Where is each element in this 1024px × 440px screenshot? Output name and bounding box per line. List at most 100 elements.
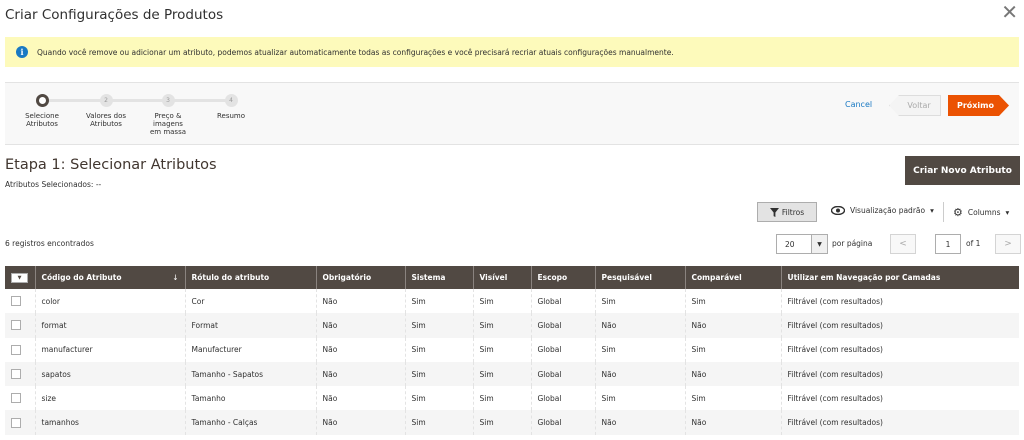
selected-attributes: Atributos Selecionados: --	[5, 180, 102, 189]
table-cell: manufacturer	[34, 337, 185, 362]
table-cell: Não	[315, 386, 405, 411]
close-icon[interactable]: ✕	[1001, 2, 1018, 22]
info-icon: i	[16, 46, 28, 58]
step-1[interactable]: Selecione Atributos	[12, 94, 72, 128]
table-cell: Global	[530, 337, 595, 362]
table-cell: Tamanho - Calças	[184, 410, 316, 435]
step-label: Valores dos Atributos	[85, 112, 127, 128]
row-select-cell	[5, 386, 35, 410]
step-3[interactable]: 3 Preço & imagens em massa	[138, 94, 198, 136]
table-cell: Sim	[594, 289, 685, 314]
table-cell: Não	[315, 313, 405, 338]
modal-title: Criar Configurações de Produtos	[5, 7, 224, 23]
table-cell: Sim	[684, 289, 781, 314]
toolbar-divider	[943, 202, 944, 222]
col-header-system[interactable]: Sistema	[404, 266, 473, 289]
row-checkbox[interactable]	[11, 417, 21, 428]
per-page-select[interactable]: 20 ▼	[776, 234, 828, 254]
view-label: Visualização padrão	[850, 206, 926, 215]
table-row[interactable]: color Cor Não Sim Sim Global Sim Sim Filtrável (…	[5, 289, 1019, 314]
table-cell: Filtrável (com resultados)	[780, 361, 1019, 387]
per-page-label: por página	[832, 239, 873, 248]
table-cell: Filtrável (com resultados)	[780, 410, 1019, 435]
col-header-visible[interactable]: Visível	[472, 266, 531, 289]
row-checkbox[interactable]	[11, 393, 21, 404]
col-header-code[interactable]: Código do Atributo ↓	[34, 266, 185, 289]
table-cell: Sim	[404, 410, 473, 435]
sort-arrow-icon: ↓	[172, 273, 179, 282]
page-input[interactable]: 1	[935, 234, 961, 254]
notice-text: Quando você remove ou adicionar um atrib…	[37, 47, 674, 57]
table-cell: Sim	[472, 289, 531, 314]
page-title: Etapa 1: Selecionar Atributos	[5, 157, 217, 173]
table-cell: Não	[594, 361, 685, 387]
table-cell: Sim	[472, 410, 531, 435]
next-page-button[interactable]: >	[995, 234, 1021, 254]
table-cell: Tamanho	[184, 386, 316, 411]
mass-select-header[interactable]: ▼	[5, 266, 35, 289]
notice-message: i Quando você remove ou adicionar um atr…	[5, 37, 1019, 67]
table-cell: Filtrável (com resultados)	[780, 386, 1019, 411]
table-cell: Não	[315, 361, 405, 387]
row-select-cell	[5, 410, 35, 435]
table-cell: Não	[315, 410, 405, 435]
next-button[interactable]: Próximo	[948, 95, 1009, 116]
view-dropdown[interactable]: Visualização padrão ▾	[831, 206, 934, 215]
cancel-button[interactable]: Cancel	[845, 100, 872, 109]
filter-icon	[769, 207, 779, 217]
row-checkbox[interactable]	[11, 320, 21, 331]
col-header-comparable[interactable]: Comparável	[684, 266, 781, 289]
table-cell: Não	[594, 410, 685, 435]
row-select-cell	[5, 361, 35, 387]
table-row[interactable]: size Tamanho Não Sim Sim Global Sim Sim Filtráve…	[5, 386, 1019, 411]
row-checkbox[interactable]	[11, 296, 21, 307]
table-row[interactable]: format Format Não Sim Sim Global Não Não Filtráv…	[5, 313, 1019, 338]
table-row[interactable]: tamanhos Tamanho - Calças Não Sim Sim Global N…	[5, 410, 1019, 435]
columns-dropdown[interactable]: ⚙ Columns ▾	[953, 206, 1009, 219]
table-cell: Filtrável (com resultados)	[780, 289, 1019, 314]
step-dot: 4	[224, 94, 238, 107]
table-cell: Não	[315, 289, 405, 314]
table-cell: Format	[184, 313, 316, 338]
table-cell: Sim	[404, 361, 473, 387]
col-header-scope[interactable]: Escopo	[530, 266, 595, 289]
col-header-searchable[interactable]: Pesquisável	[594, 266, 685, 289]
table-cell: Sim	[472, 337, 531, 362]
col-header-label: Código do Atributo	[41, 273, 122, 282]
create-attribute-button[interactable]: Criar Novo Atributo	[905, 156, 1020, 185]
step-label: Preço & imagens em massa	[149, 112, 187, 136]
col-header-layered-nav[interactable]: Utilizar em Navegação por Camadas	[780, 266, 1019, 289]
step-2[interactable]: 2 Valores dos Atributos	[76, 94, 136, 128]
chevron-down-icon: ▼	[811, 235, 827, 253]
row-checkbox[interactable]	[11, 344, 21, 355]
table-row[interactable]: manufacturer Manufacturer Não Sim Sim Global S…	[5, 337, 1019, 362]
table-cell: Filtrável (com resultados)	[780, 337, 1019, 362]
steps-wizard: Selecione Atributos 2 Valores dos Atribu…	[5, 82, 1019, 145]
table-cell: format	[34, 313, 185, 338]
back-button[interactable]: Voltar	[889, 95, 941, 116]
table-cell: Sim	[684, 337, 781, 362]
table-row[interactable]: sapatos Tamanho - Sapatos Não Sim Sim Global N…	[5, 361, 1019, 387]
table-cell: Não	[684, 361, 781, 387]
col-header-required[interactable]: Obrigatório	[315, 266, 405, 289]
gear-icon: ⚙	[953, 206, 963, 219]
mass-select-checkbox[interactable]: ▼	[11, 272, 28, 283]
attributes-table: ▼ Código do Atributo ↓ Rótulo do atributo…	[5, 266, 1019, 435]
table-cell: color	[34, 289, 185, 314]
table-cell: Sim	[594, 337, 685, 362]
step-dot: 3	[161, 94, 175, 107]
page-total: of 1	[966, 239, 981, 248]
table-cell: Sim	[472, 361, 531, 387]
table-cell: Global	[530, 313, 595, 338]
row-select-cell	[5, 313, 35, 338]
table-cell: Sim	[404, 313, 473, 338]
prev-page-button[interactable]: <	[890, 234, 916, 254]
filters-button[interactable]: Filtros	[757, 202, 817, 222]
row-checkbox[interactable]	[11, 369, 21, 380]
step-label: Resumo	[216, 112, 246, 120]
table-cell: Não	[684, 313, 781, 338]
col-header-label-col[interactable]: Rótulo do atributo	[184, 266, 316, 289]
step-4[interactable]: 4 Resumo	[201, 94, 261, 120]
table-cell: Global	[530, 361, 595, 387]
per-page-value: 20	[785, 239, 795, 249]
